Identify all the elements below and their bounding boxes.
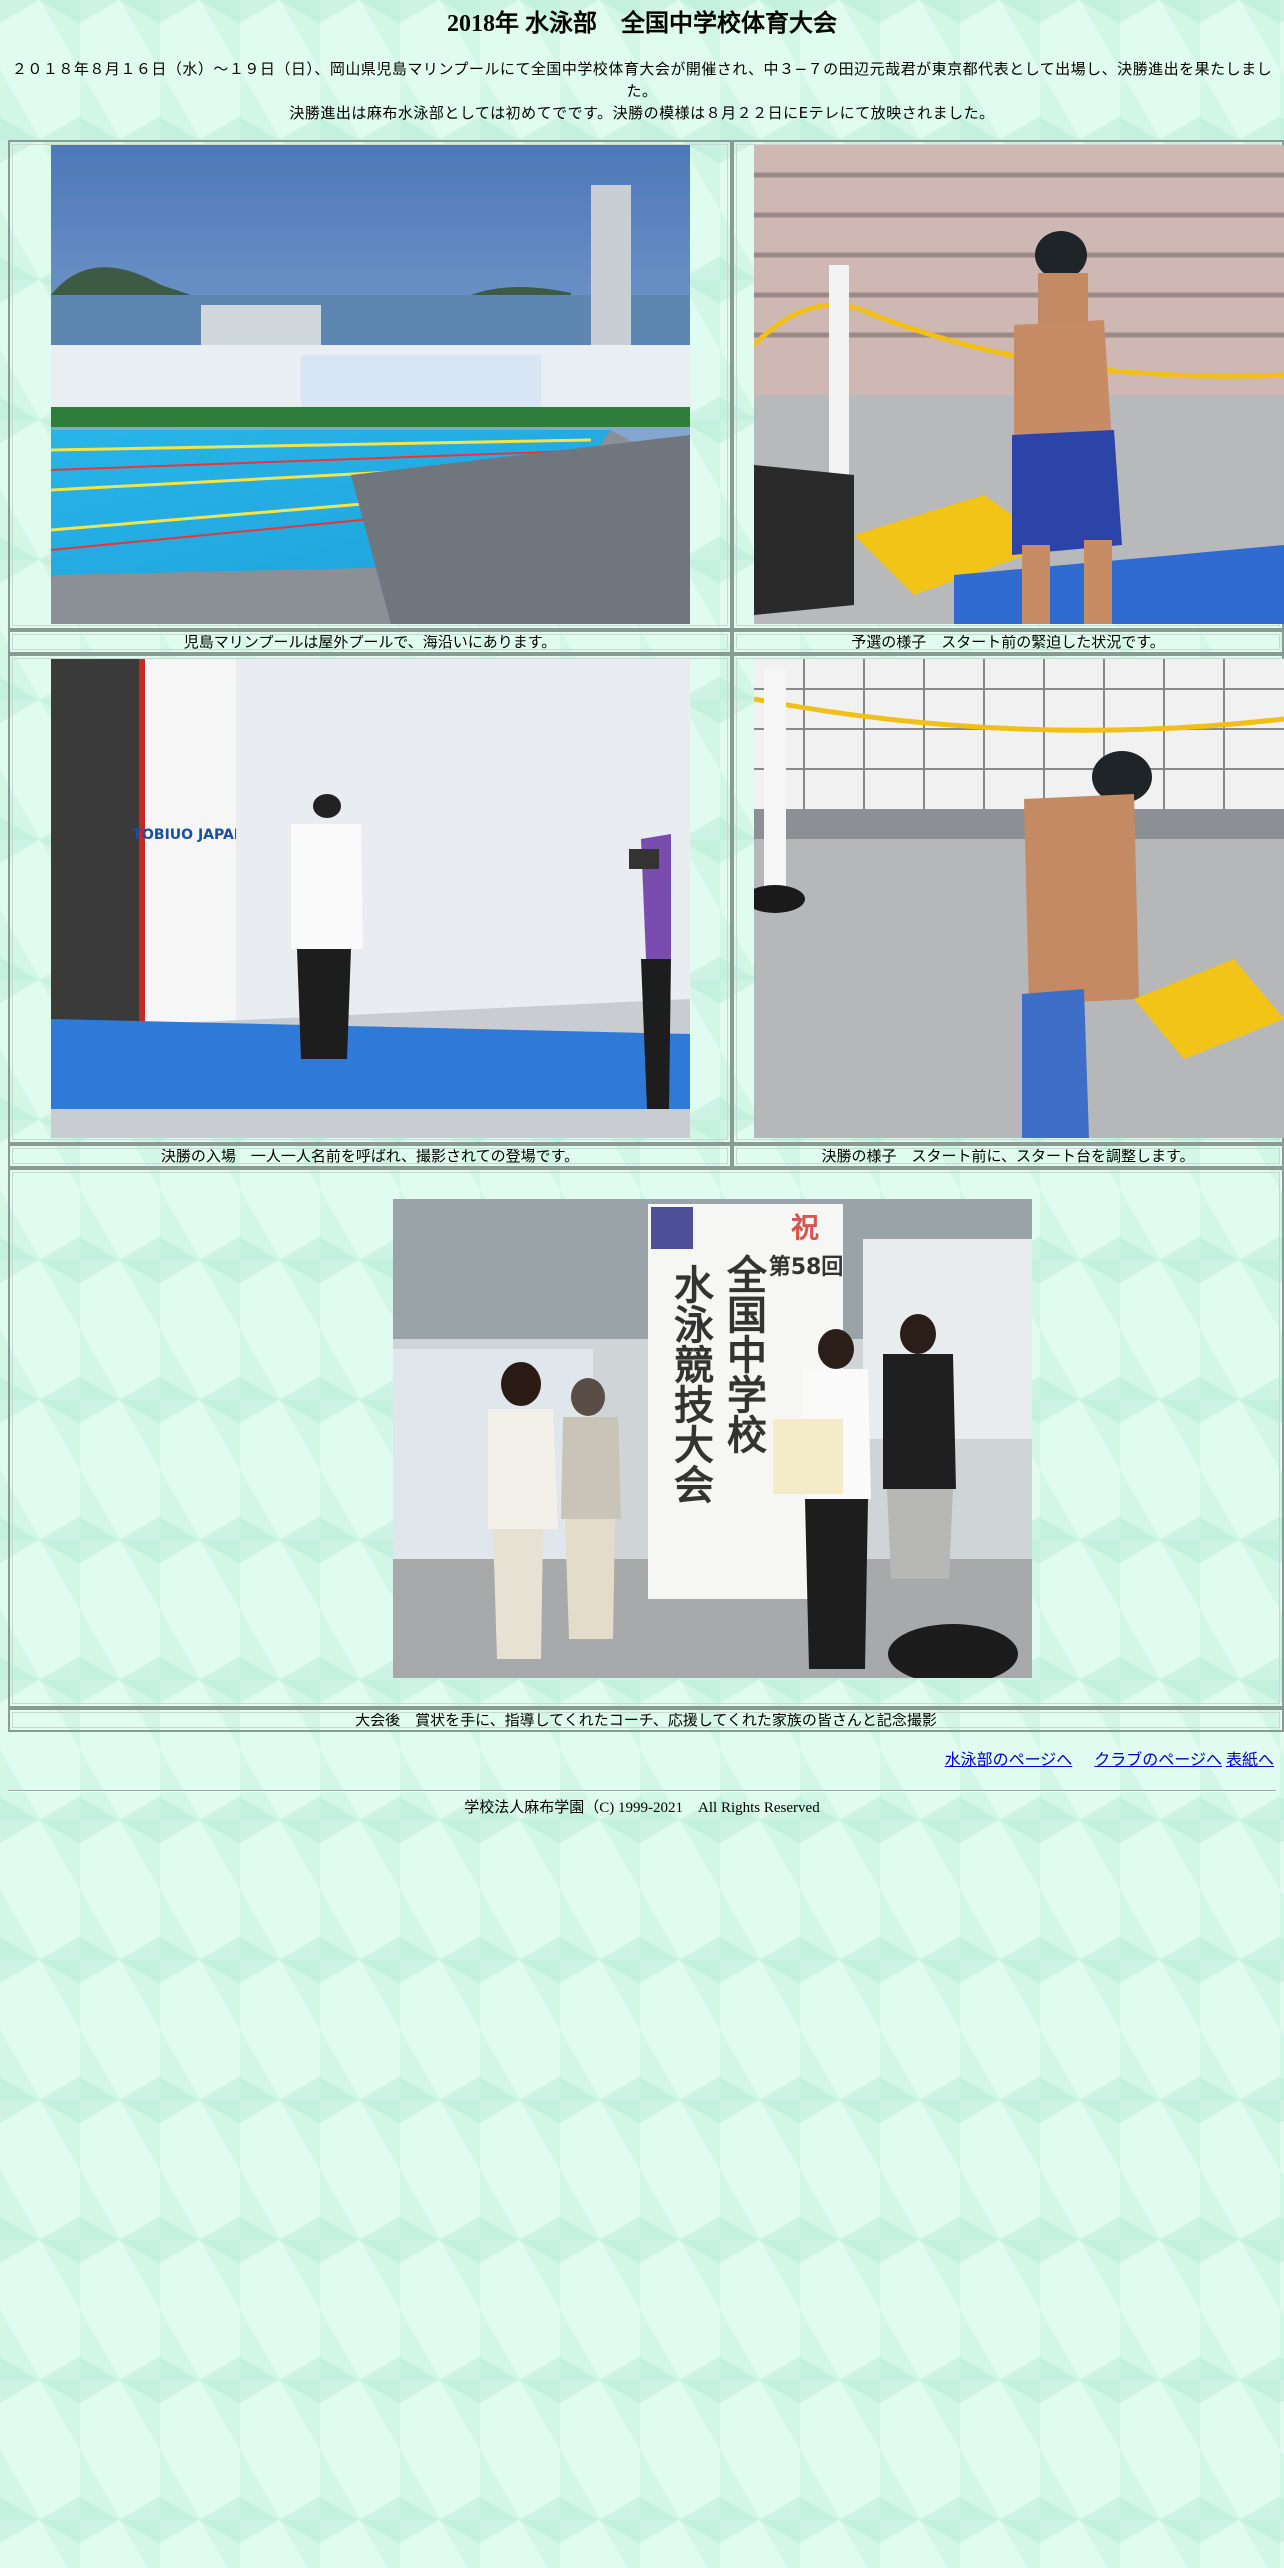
group-photo: 祝 第58回 全国中学校 水泳競技大会 xyxy=(393,1199,1032,1678)
intro-text: ２０１８年８月１６日（水）～１９日（日）、岡山県児島マリンプールにて全国中学校体… xyxy=(10,58,1274,124)
copyright-text: 学校法人麻布学園（C) 1999-2021 All Rights Reserve… xyxy=(464,1800,820,1816)
photo-caption-4: 決勝の様子 スタート前に、スタート台を調整します。 xyxy=(732,1144,1284,1168)
final-entrance-photo: TOBIUO JAPAN xyxy=(51,659,690,1138)
pool-photo xyxy=(51,145,690,624)
page-title: 2018年 水泳部 全国中学校体育大会 xyxy=(447,11,837,37)
swim-club-page-link[interactable]: 水泳部のページへ xyxy=(945,1752,1073,1769)
intro-line-2: 決勝進出は麻布水泳部としては初めてでです。決勝の模様は８月２２日にEテレにて放映… xyxy=(289,104,995,122)
photo-caption-5: 大会後 賞状を手に、指導してくれたコーチ、応援してくれた家族の皆さんと記念撮影 xyxy=(8,1708,1284,1732)
banner-title-1: 全国中学校 xyxy=(720,1253,768,1454)
photo-caption-1: 児島マリンプールは屋外プールで、海沿いにあります。 xyxy=(8,630,732,654)
tobiuo-logo-text: TOBIUO JAPAN xyxy=(132,827,245,843)
footer-links: 水泳部のページへ クラブのページへ 表紙へ xyxy=(0,1750,1274,1772)
banner-title-2: 水泳競技大会 xyxy=(667,1264,714,1504)
intro-line-1: ２０１８年８月１６日（水）～１９日（日）、岡山県児島マリンプールにて全国中学校体… xyxy=(11,60,1273,100)
photo-caption-3: 決勝の入場 一人一人名前を呼ばれ、撮影されての登場です。 xyxy=(8,1144,732,1168)
banner-edition: 第58回 xyxy=(769,1254,844,1280)
clubs-page-link[interactable]: クラブのページへ xyxy=(1094,1752,1222,1769)
final-start-photo xyxy=(754,659,1284,1138)
footer-divider xyxy=(8,1790,1276,1792)
photo-caption-2: 予選の様子 スタート前の緊迫した状況です。 xyxy=(732,630,1284,654)
cover-page-link[interactable]: 表紙へ xyxy=(1226,1752,1274,1769)
swimmer-start-photo xyxy=(754,145,1284,624)
banner-celebrate: 祝 xyxy=(791,1211,819,1244)
